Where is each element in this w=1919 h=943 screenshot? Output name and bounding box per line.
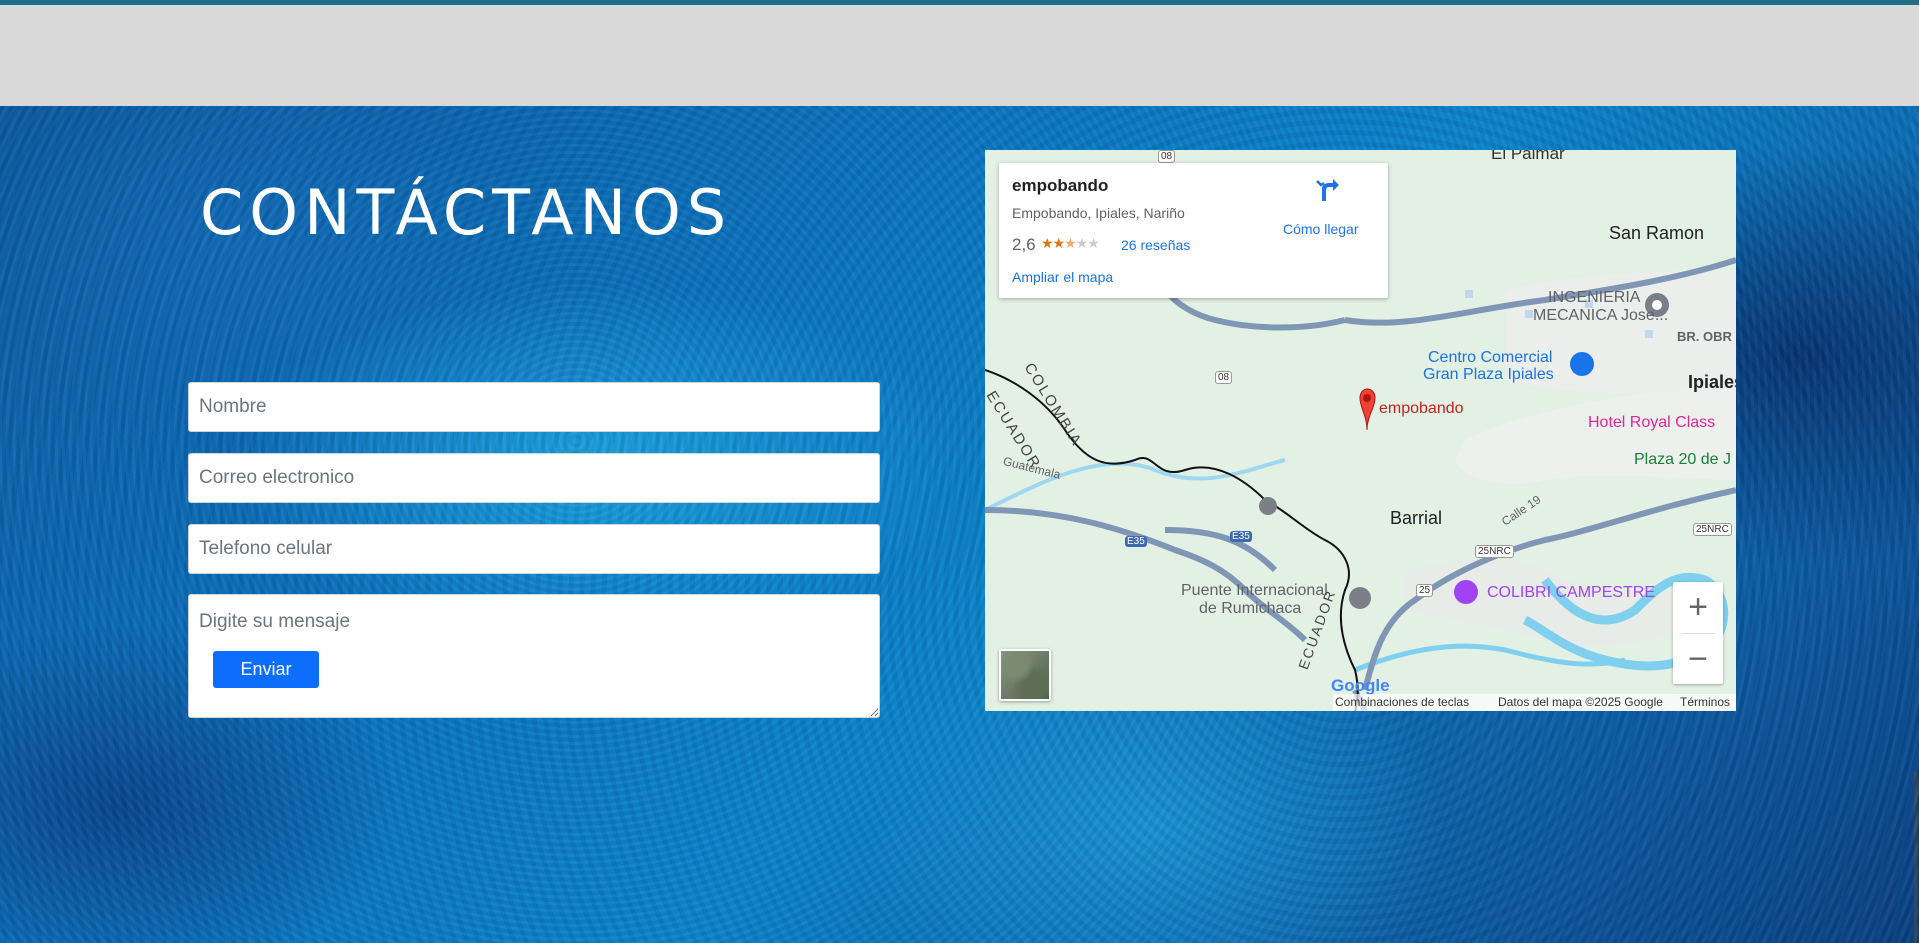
map-label-ipiales: Ipiales xyxy=(1688,372,1736,392)
route-shield-e35-b: E35 xyxy=(1230,531,1252,542)
route-shield-e35-a: E35 xyxy=(1125,536,1147,547)
map-label-el-palmar: El Palmar xyxy=(1491,150,1565,163)
route-shield-25nrc-b: 25NRC xyxy=(1693,523,1732,536)
satellite-toggle[interactable] xyxy=(999,649,1051,701)
place-name: empobando xyxy=(1012,176,1109,195)
name-input[interactable] xyxy=(188,382,880,432)
map-label-puente-1: Puente Internacional xyxy=(1181,582,1328,599)
place-address: Empobando, Ipiales, Nariño xyxy=(1012,205,1185,221)
map-label-centro-2: Gran Plaza Ipiales xyxy=(1423,366,1554,383)
place-card: empobando Empobando, Ipiales, Nariño 2,6… xyxy=(999,163,1388,298)
keyboard-shortcuts-link[interactable]: Combinaciones de teclas xyxy=(1335,695,1469,709)
map-footer: Combinaciones de teclas Datos del mapa ©… xyxy=(1333,694,1736,711)
route-shield-08: 08 xyxy=(1215,371,1233,384)
rating-stars: ★★★★★ xyxy=(1041,235,1100,251)
directions-link[interactable]: Cómo llegar xyxy=(1283,221,1358,237)
zoom-in-button[interactable]: + xyxy=(1673,582,1723,632)
route-shield-25: 25 xyxy=(1416,584,1434,597)
page-title: CONTÁCTANOS xyxy=(200,176,733,249)
map-label-barrial: Barrial xyxy=(1390,508,1443,528)
google-logo: Google xyxy=(1331,676,1390,695)
map-data-credit: Datos del mapa ©2025 Google xyxy=(1498,695,1663,709)
phone-input[interactable] xyxy=(188,524,880,574)
terms-link[interactable]: Términos xyxy=(1680,695,1730,709)
map-label-puente-2: de Rumichaca xyxy=(1199,600,1302,617)
map-label-colibri: COLIBRI CAMPESTRE xyxy=(1487,584,1656,601)
map-label-br-obr: BR. OBR xyxy=(1677,329,1732,344)
route-shield-08-top: 08 xyxy=(1158,150,1176,163)
embedded-map[interactable]: El Palmar San Ramon INGENIERIA MECANICA … xyxy=(985,150,1736,711)
map-label-marker: empobando xyxy=(1379,400,1464,417)
reviews-link[interactable]: 26 reseñas xyxy=(1121,237,1190,253)
expand-map-link[interactable]: Ampliar el mapa xyxy=(1012,269,1113,285)
directions-icon[interactable] xyxy=(1313,175,1341,203)
map-label-hotel: Hotel Royal Class xyxy=(1588,414,1716,431)
scrollbar-thumb[interactable] xyxy=(1914,772,1917,943)
zoom-controls: + − xyxy=(1673,582,1723,684)
map-label-ingenieria-2: MECANICA Jose... xyxy=(1533,307,1669,324)
header-bar xyxy=(0,5,1919,106)
route-shield-25nrc-a: 25NRC xyxy=(1475,545,1514,558)
place-rating: 2,6 xyxy=(1012,235,1036,254)
map-label-plaza: Plaza 20 de J xyxy=(1634,451,1731,468)
map-label-ingenieria-1: INGENIERIA xyxy=(1548,289,1641,306)
zoom-out-button[interactable]: − xyxy=(1673,634,1723,684)
map-label-centro-1: Centro Comercial xyxy=(1428,349,1553,366)
map-label-san-ramon: San Ramon xyxy=(1609,223,1705,243)
email-input[interactable] xyxy=(188,453,880,503)
submit-button[interactable]: Enviar xyxy=(213,651,319,688)
